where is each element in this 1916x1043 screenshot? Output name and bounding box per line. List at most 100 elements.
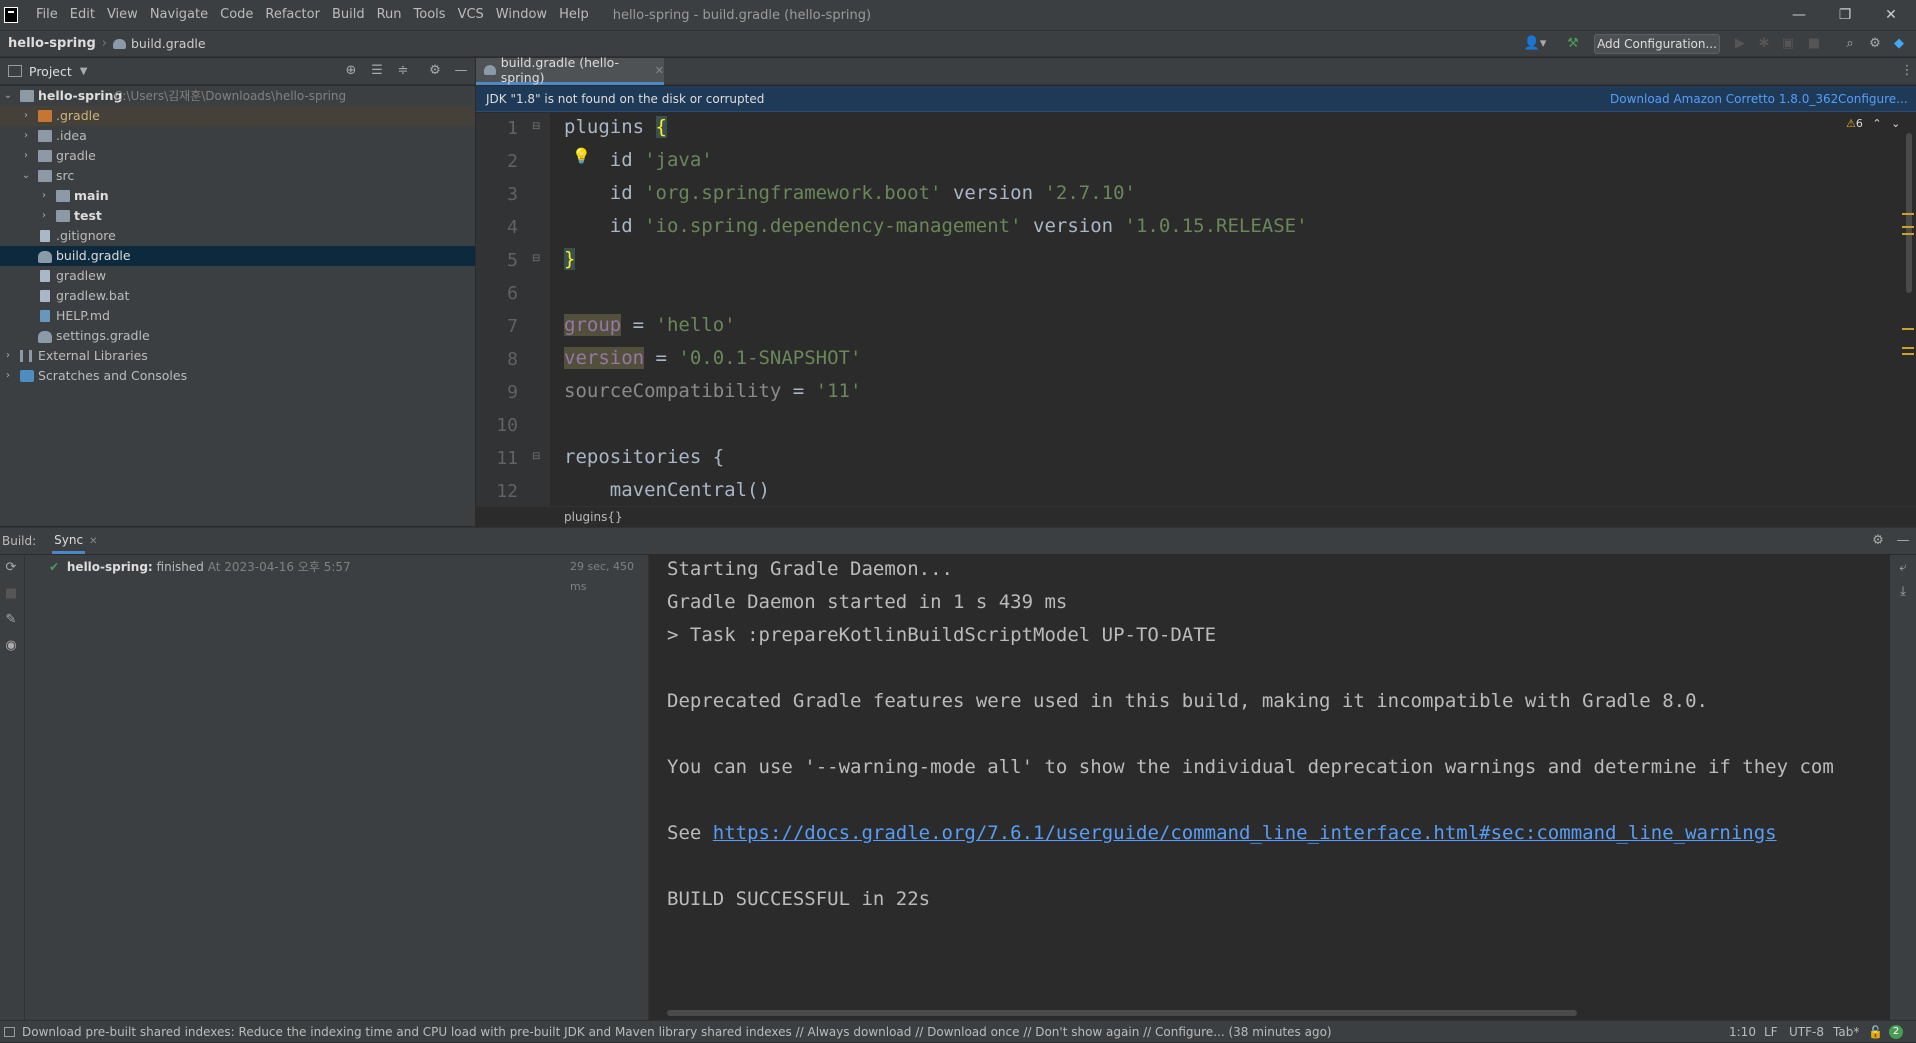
chevron-right-icon[interactable]: ›	[38, 186, 50, 206]
tree-item-scratches[interactable]: › Scratches and Consoles	[0, 366, 475, 386]
chevron-down-icon[interactable]: ⌄	[20, 166, 32, 186]
tree-item-main[interactable]: › main	[0, 186, 475, 206]
chevron-right-icon[interactable]: ›	[2, 346, 14, 366]
tree-item-gradle[interactable]: › gradle	[0, 146, 475, 166]
chevron-down-icon[interactable]: ▼	[80, 66, 88, 77]
run-icon[interactable]: ▶	[1733, 37, 1747, 51]
coverage-icon[interactable]: ▣	[1781, 37, 1795, 51]
toolbox-icon[interactable]: ◆	[1892, 37, 1906, 51]
warning-marker[interactable]	[1902, 233, 1914, 235]
tree-item-gradlew-bat[interactable]: gradlew.bat	[0, 286, 475, 306]
hide-panel-icon[interactable]: —	[454, 64, 468, 78]
chevron-right-icon[interactable]: ›	[20, 146, 32, 166]
fold-icon[interactable]: ⊟	[532, 253, 540, 264]
hide-panel-icon[interactable]: —	[1896, 534, 1910, 548]
lock-icon[interactable]: 🔓	[1868, 1021, 1883, 1043]
caret-position[interactable]: 1:10	[1729, 1021, 1756, 1043]
menu-edit[interactable]: Edit	[64, 0, 101, 30]
eye-icon[interactable]: ◉	[4, 639, 18, 653]
menu-navigate[interactable]: Navigate	[144, 0, 214, 30]
tree-item-root[interactable]: ⌄ hello-spring C:\Users\김재훈\Downloads\he…	[0, 86, 475, 106]
menu-window[interactable]: Window	[490, 0, 553, 30]
scroll-to-end-icon[interactable]: ⤓	[1896, 585, 1910, 599]
breadcrumb-file[interactable]: build.gradle	[131, 36, 206, 51]
tree-item-test[interactable]: › test	[0, 206, 475, 226]
menu-code[interactable]: Code	[214, 0, 259, 30]
menu-tools[interactable]: Tools	[408, 0, 452, 30]
tree-item-gitignore[interactable]: .gitignore	[0, 226, 475, 246]
close-icon[interactable]: ✕	[1868, 0, 1914, 30]
stop-icon[interactable]: ■	[4, 587, 18, 601]
gradle-docs-link[interactable]: https://docs.gradle.org/7.6.1/userguide/…	[713, 822, 1777, 844]
tab-build-gradle[interactable]: build.gradle (hello-spring) ✕	[476, 55, 664, 85]
tree-item-external-libraries[interactable]: › External Libraries	[0, 346, 475, 366]
breadcrumb-project[interactable]: hello-spring	[8, 36, 96, 51]
tree-item-gradlew[interactable]: gradlew	[0, 266, 475, 286]
file-encoding[interactable]: UTF-8	[1789, 1021, 1824, 1043]
next-highlight-icon[interactable]: ⌄	[1891, 117, 1900, 130]
menu-view[interactable]: View	[101, 0, 144, 30]
notifications-badge[interactable]: 2	[1889, 1025, 1903, 1039]
tree-item-dot-gradle[interactable]: › .gradle	[0, 106, 475, 126]
more-options-icon[interactable]: ⋮	[1900, 64, 1914, 78]
tab-sync[interactable]: Sync	[52, 529, 86, 554]
code-breadcrumb[interactable]: plugins{}	[564, 507, 623, 527]
menu-run[interactable]: Run	[371, 0, 408, 30]
code-editor[interactable]: 1 2 3 4 5 6 7 8 9 10 11 12 ⊟ ⊟ ⊟ 💡 plugi…	[476, 113, 1916, 506]
chevron-right-icon[interactable]: ›	[2, 366, 14, 386]
warning-marker[interactable]	[1902, 347, 1914, 349]
warning-marker[interactable]	[1902, 226, 1914, 228]
search-icon[interactable]: ⌕	[1843, 37, 1857, 51]
fold-icon[interactable]: ⊟	[532, 451, 540, 462]
build-result-row[interactable]: ✔ hello-spring: finished At 2023-04-16 오…	[49, 557, 351, 577]
restore-icon[interactable]: ❐	[1822, 0, 1868, 30]
settings-gear-icon[interactable]: ⚙	[1868, 37, 1882, 51]
tree-item-idea[interactable]: › .idea	[0, 126, 475, 146]
chevron-right-icon[interactable]: ›	[20, 106, 32, 126]
chevron-right-icon[interactable]: ›	[20, 126, 32, 146]
menu-refactor[interactable]: Refactor	[259, 0, 326, 30]
download-jdk-link[interactable]: Download Amazon Corretto 1.8.0_362	[1610, 86, 1838, 112]
tree-item-src[interactable]: ⌄ src	[0, 166, 475, 186]
close-tab-icon[interactable]: ✕	[89, 536, 97, 547]
menu-build[interactable]: Build	[326, 0, 371, 30]
console-horizontal-scrollbar[interactable]	[667, 1010, 1577, 1016]
chevron-right-icon[interactable]: ›	[38, 206, 50, 226]
panel-settings-gear-icon[interactable]: ⚙	[1871, 534, 1885, 548]
close-tab-icon[interactable]: ✕	[655, 64, 664, 77]
status-message[interactable]: Download pre-built shared indexes: Reduc…	[22, 1021, 1332, 1043]
inspection-widget[interactable]: ⚠6 ⌃ ⌄	[1846, 117, 1900, 130]
add-configuration-button[interactable]: Add Configuration...	[1594, 34, 1720, 54]
warning-marker[interactable]	[1902, 213, 1914, 215]
indent-setting[interactable]: Tab*	[1833, 1021, 1859, 1043]
debug-icon[interactable]: ✱	[1757, 37, 1771, 51]
soft-wrap-icon[interactable]: ⤶	[1896, 561, 1910, 575]
tool-windows-icon[interactable]	[4, 1027, 15, 1037]
tree-item-help-md[interactable]: HELP.md	[0, 306, 475, 326]
previous-highlight-icon[interactable]: ⌃	[1872, 117, 1881, 130]
collapse-all-icon[interactable]: ≑	[396, 64, 410, 78]
editor-scrollbar[interactable]	[1902, 113, 1916, 506]
tree-item-build-gradle[interactable]: build.gradle	[0, 246, 475, 266]
resync-icon[interactable]: ⟳	[4, 561, 18, 575]
warning-marker[interactable]	[1902, 328, 1914, 330]
build-hammer-icon[interactable]: ⚒	[1566, 37, 1580, 51]
minimize-icon[interactable]: —	[1776, 0, 1822, 30]
line-separator[interactable]: LF	[1764, 1021, 1778, 1043]
panel-settings-gear-icon[interactable]: ⚙	[428, 64, 442, 78]
fold-icon[interactable]: ⊟	[532, 121, 540, 132]
build-console[interactable]: Starting Gradle Daemon... Gradle Daemon …	[650, 555, 1890, 1020]
menu-vcs[interactable]: VCS	[452, 0, 490, 30]
locate-target-icon[interactable]: ⊕	[344, 64, 358, 78]
pin-icon[interactable]: ✎	[4, 613, 18, 627]
stop-icon[interactable]: ■	[1807, 37, 1821, 51]
user-icon[interactable]: 👤▾	[1522, 37, 1548, 51]
tree-item-settings-gradle[interactable]: settings.gradle	[0, 326, 475, 346]
menu-file[interactable]: File	[30, 0, 64, 30]
expand-all-icon[interactable]: ☰	[370, 64, 384, 78]
warning-marker[interactable]	[1902, 353, 1914, 355]
menu-help[interactable]: Help	[553, 0, 595, 30]
project-panel-title[interactable]: Project	[29, 64, 72, 79]
chevron-down-icon[interactable]: ⌄	[2, 86, 14, 106]
configure-jdk-link[interactable]: Configure...	[1838, 86, 1908, 112]
